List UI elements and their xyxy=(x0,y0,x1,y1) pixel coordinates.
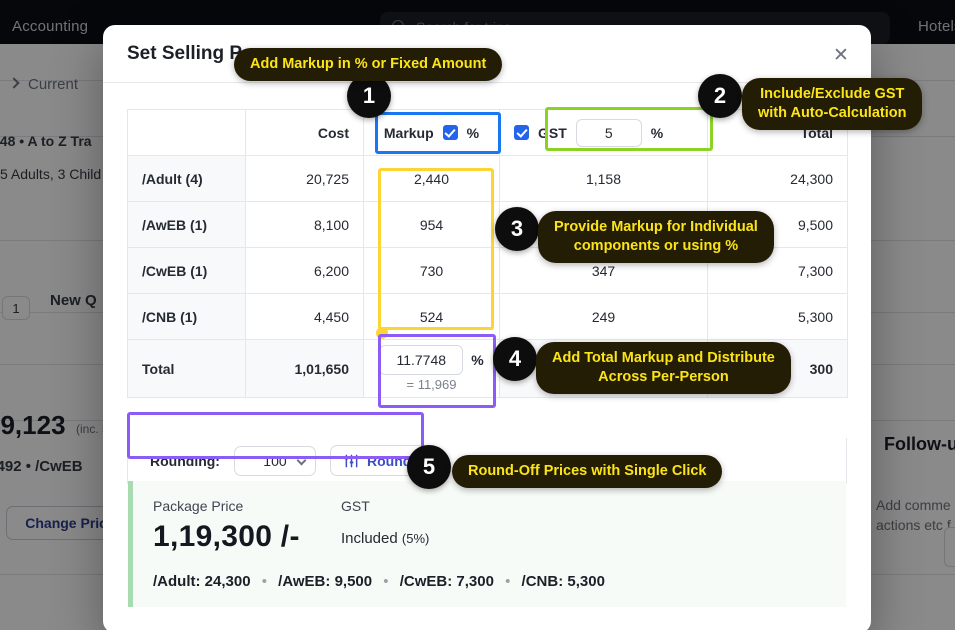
summary-gst-rate: (5%) xyxy=(402,531,429,546)
page-title: Set Selling P xyxy=(127,43,242,65)
row-label: /CwEB (1) xyxy=(128,248,246,294)
breakdown-item-label: /CwEB: xyxy=(400,573,453,590)
summary-breakdown: /Adult: 24,300 • /AwEB: 9,500 • /CwEB: 7… xyxy=(153,573,605,590)
row-markup[interactable]: 954 xyxy=(364,202,500,248)
callout-badge-4: 4 xyxy=(493,337,537,381)
total-markup-equivalent: = 11,969 xyxy=(406,377,456,392)
total-markup-cell: % = 11,969 xyxy=(364,340,500,398)
chevron-down-icon xyxy=(297,455,307,465)
row-cost: 8,100 xyxy=(246,202,364,248)
row-markup[interactable]: 730 xyxy=(364,248,500,294)
table-head: Cost Markup % GST xyxy=(128,110,848,156)
breakdown-item-value: 5,300 xyxy=(567,573,605,590)
row-cost: 4,450 xyxy=(246,294,364,340)
price-summary: Package Price 1,19,300 /- GST Included (… xyxy=(128,481,846,607)
breakdown-item-label: /AwEB: xyxy=(278,573,330,590)
callout-badge-5: 5 xyxy=(407,445,451,489)
gst-rate-input[interactable] xyxy=(576,119,642,147)
highlight-drag-handle[interactable] xyxy=(376,327,388,339)
col-header-markup-label: Markup xyxy=(384,125,434,141)
row-gst: 1,158 xyxy=(500,156,708,202)
breakdown-item-label: /CNB: xyxy=(522,573,564,590)
callout-badge-2: 2 xyxy=(698,74,742,118)
breakdown-item-value: 7,300 xyxy=(456,573,494,590)
package-price-value: 1,19,300 /- xyxy=(153,520,846,554)
gst-percent-symbol: % xyxy=(651,125,663,141)
callout-tip-2: Include/Exclude GST with Auto-Calculatio… xyxy=(742,78,922,130)
row-cost: 20,725 xyxy=(246,156,364,202)
total-row-cost: 1,01,650 xyxy=(246,340,364,398)
table-row: /CNB (1) 4,450 524 249 5,300 xyxy=(128,294,848,340)
markup-percent-checkbox[interactable] xyxy=(443,125,458,140)
sliders-icon xyxy=(344,454,359,468)
breakdown-separator: • xyxy=(376,573,395,590)
breakdown-item-value: 9,500 xyxy=(335,573,373,590)
gst-checkbox[interactable] xyxy=(514,125,529,140)
table-row: /Adult (4) 20,725 2,440 1,158 24,300 xyxy=(128,156,848,202)
rounding-select[interactable]: 100 xyxy=(234,446,316,476)
col-header-markup: Markup % xyxy=(364,110,500,156)
row-total: 24,300 xyxy=(708,156,848,202)
summary-gst-value: Included (5%) xyxy=(341,530,429,547)
row-markup[interactable]: 2,440 xyxy=(364,156,500,202)
callout-tip-3: Provide Markup for Individual components… xyxy=(538,211,774,263)
total-markup-percent-symbol: % xyxy=(471,352,483,368)
summary-gst-block: GST Included (5%) xyxy=(341,498,429,547)
callout-tip-5: Round-Off Prices with Single Click xyxy=(452,455,722,488)
total-row-label: Total xyxy=(128,340,246,398)
rounding-label: Rounding: xyxy=(150,453,220,469)
screenshot-root: Current 848 • A to Z Tra 5 Adults, 3 Chi… xyxy=(0,0,955,630)
breakdown-item-label: /Adult: xyxy=(153,573,200,590)
total-markup-input[interactable] xyxy=(379,345,463,375)
col-header-label xyxy=(128,110,246,156)
row-label: /CNB (1) xyxy=(128,294,246,340)
row-label: /AwEB (1) xyxy=(128,202,246,248)
breakdown-separator: • xyxy=(498,573,517,590)
col-header-gst: GST % xyxy=(500,110,708,156)
row-total: 5,300 xyxy=(708,294,848,340)
breakdown-separator: • xyxy=(255,573,274,590)
callout-tip-1: Add Markup in % or Fixed Amount xyxy=(234,48,502,81)
package-price-label: Package Price xyxy=(153,498,846,514)
round-button-label: Round xyxy=(367,453,411,469)
row-cost: 6,200 xyxy=(246,248,364,294)
gst-label: GST xyxy=(538,125,567,141)
summary-gst-status: Included xyxy=(341,530,398,547)
callout-badge-3: 3 xyxy=(495,207,539,251)
close-icon[interactable]: ✕ xyxy=(829,43,853,67)
rounding-select-value: 100 xyxy=(263,453,286,469)
table-header-row: Cost Markup % GST xyxy=(128,110,848,156)
col-header-cost: Cost xyxy=(246,110,364,156)
row-label: /Adult (4) xyxy=(128,156,246,202)
breakdown-item-value: 24,300 xyxy=(205,573,251,590)
summary-gst-label: GST xyxy=(341,498,429,514)
row-gst: 249 xyxy=(500,294,708,340)
markup-percent-symbol: % xyxy=(467,125,479,141)
callout-tip-4: Add Total Markup and Distribute Across P… xyxy=(536,342,791,394)
